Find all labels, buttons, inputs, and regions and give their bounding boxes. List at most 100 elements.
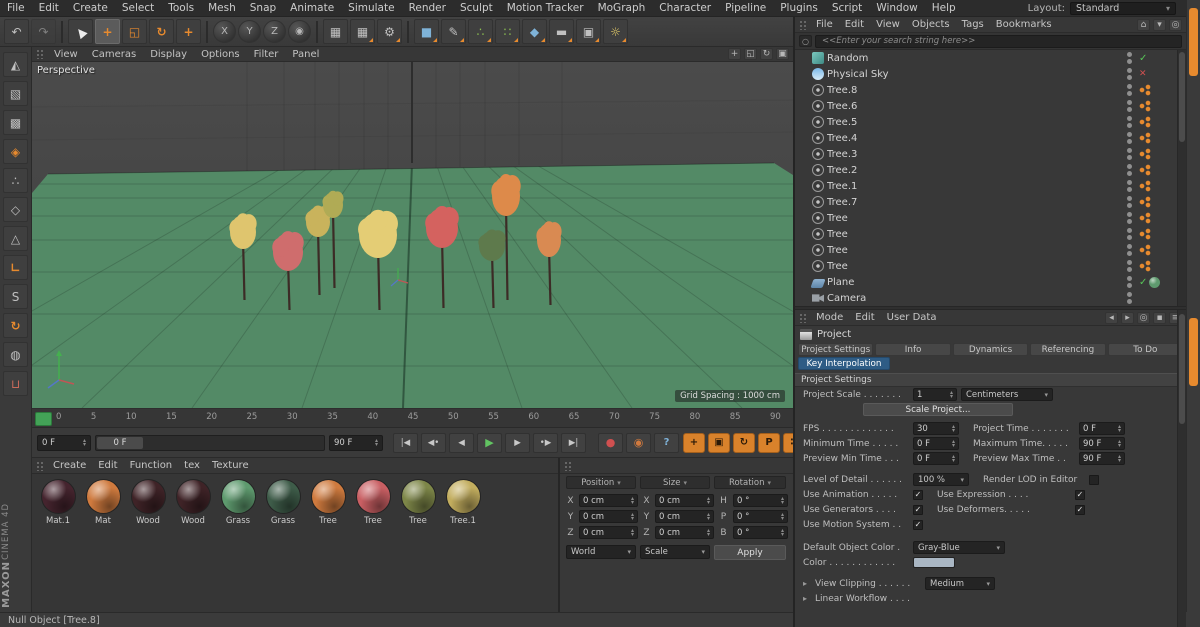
object-manager-menu-item[interactable]: View: [870, 19, 906, 30]
workplane-mode-icon[interactable]: ◈: [3, 139, 28, 164]
key-scale-toggle[interactable]: ▣: [708, 432, 730, 453]
object-row[interactable]: Tree.1: [795, 178, 1176, 194]
render-picture-viewer-icon[interactable]: ▦: [350, 19, 375, 44]
menubar-item[interactable]: Sculpt: [453, 2, 500, 14]
attribute-menu-item[interactable]: User Data: [881, 312, 943, 323]
object-name[interactable]: Tree.2: [827, 165, 1122, 176]
material-sphere[interactable]: [131, 480, 165, 513]
use-motion-system-checkbox[interactable]: [913, 519, 923, 530]
menubar-item[interactable]: Script: [825, 2, 869, 14]
default-object-color-dropdown[interactable]: Gray-Blue: [913, 541, 1005, 554]
menubar-item[interactable]: Help: [925, 2, 963, 14]
undo-icon[interactable]: ↶: [4, 19, 29, 44]
object-manager-menu-item[interactable]: Edit: [839, 19, 870, 30]
render-view-icon[interactable]: ▦: [323, 19, 348, 44]
menubar-item[interactable]: Simulate: [341, 2, 401, 14]
om-filter-icon[interactable]: ▾: [1153, 18, 1166, 31]
menubar-item[interactable]: Snap: [243, 2, 283, 14]
attribute-menu-item[interactable]: Mode: [810, 312, 849, 323]
coord-column-header[interactable]: Rotation: [714, 476, 786, 489]
object-tags[interactable]: [1136, 84, 1174, 96]
panel-grip-icon[interactable]: [564, 460, 572, 471]
panel-grip-icon[interactable]: [799, 312, 807, 323]
maximize-view-icon[interactable]: ▣: [776, 48, 789, 60]
viewport-menu-item[interactable]: Filter: [247, 49, 286, 60]
layout-dropdown[interactable]: Standard: [1070, 1, 1176, 15]
object-row[interactable]: Tree.2: [795, 162, 1176, 178]
visibility-dots[interactable]: [1125, 244, 1133, 256]
prev-key-button[interactable]: ◀•: [421, 432, 446, 453]
panel-grip-icon[interactable]: [799, 19, 807, 30]
viewport-menu-item[interactable]: Cameras: [85, 49, 143, 60]
texture-mode-icon[interactable]: ▩: [3, 110, 28, 135]
project-time-field[interactable]: 0 F: [1079, 422, 1125, 435]
visibility-dots[interactable]: [1125, 68, 1133, 80]
edges-mode-icon[interactable]: ◇: [3, 197, 28, 222]
material-sphere[interactable]: [446, 480, 480, 513]
object-row[interactable]: Physical Sky: [795, 66, 1176, 82]
use-animation-checkbox[interactable]: [913, 489, 923, 500]
project-scale-field[interactable]: 1: [913, 388, 957, 401]
search-input[interactable]: <<Enter your search string here>>: [815, 34, 1182, 48]
power-slider-handle[interactable]: 0 F: [97, 436, 143, 449]
view-clipping-dropdown[interactable]: Medium: [925, 577, 995, 590]
object-name[interactable]: Plane: [827, 277, 1122, 288]
goto-end-button[interactable]: ▶|: [561, 432, 586, 453]
object-row[interactable]: Tree.8: [795, 82, 1176, 98]
end-frame-field[interactable]: 90 F: [329, 434, 383, 451]
key-position-toggle[interactable]: +: [683, 432, 705, 453]
deformer-icon[interactable]: ◆: [522, 19, 547, 44]
menubar-item[interactable]: Window: [869, 2, 924, 14]
maximum-time-field[interactable]: 90 F: [1079, 437, 1125, 450]
object-row[interactable]: Random: [795, 50, 1176, 66]
material-item[interactable]: Mat.1: [38, 480, 78, 526]
scale-tool-icon[interactable]: ◱: [122, 19, 147, 44]
next-frame-button[interactable]: ▶: [505, 432, 530, 453]
points-mode-icon[interactable]: ∴: [3, 168, 28, 193]
view-label[interactable]: Perspective: [37, 65, 95, 76]
object-name[interactable]: Tree.7: [827, 197, 1122, 208]
object-name[interactable]: Tree.5: [827, 117, 1122, 128]
magnet-icon[interactable]: ⊔: [3, 371, 28, 396]
object-row[interactable]: Tree: [795, 258, 1176, 274]
attr-search-icon[interactable]: ◎: [1137, 311, 1150, 324]
object-row[interactable]: Tree: [795, 242, 1176, 258]
model-mode-icon[interactable]: ▧: [3, 81, 28, 106]
material-sphere[interactable]: [356, 480, 390, 513]
next-key-button[interactable]: •▶: [533, 432, 558, 453]
object-manager-menu-item[interactable]: Tags: [956, 19, 990, 30]
material-menu-item[interactable]: tex: [178, 460, 206, 471]
attr-back-icon[interactable]: ◂: [1105, 311, 1118, 324]
object-tags[interactable]: [1136, 69, 1174, 79]
object-manager-menu-item[interactable]: Objects: [906, 19, 956, 30]
light-icon[interactable]: ☼: [603, 19, 628, 44]
material-item[interactable]: Mat: [83, 480, 123, 526]
object-tags[interactable]: [1136, 180, 1174, 192]
environment-icon[interactable]: ▬: [549, 19, 574, 44]
toolbar-separator[interactable]: [206, 20, 208, 43]
material-menu-item[interactable]: Texture: [206, 460, 255, 471]
menubar-item[interactable]: File: [0, 2, 32, 14]
viewport-menu-item[interactable]: Panel: [285, 49, 326, 60]
move-tool-icon[interactable]: +: [95, 19, 120, 44]
coord-system-icon[interactable]: ◉: [288, 20, 311, 43]
render-settings-icon[interactable]: ⚙: [377, 19, 402, 44]
material-menu-item[interactable]: Edit: [92, 460, 123, 471]
lock-y-icon[interactable]: Y: [238, 20, 261, 43]
scale-project-button[interactable]: Scale Project...: [863, 403, 1013, 416]
snap-icon[interactable]: S: [3, 284, 28, 309]
lock-x-icon[interactable]: X: [213, 20, 236, 43]
object-row[interactable]: Plane: [795, 274, 1176, 290]
visibility-dots[interactable]: [1125, 228, 1133, 240]
preview-max-field[interactable]: 90 F: [1079, 452, 1125, 465]
visibility-dots[interactable]: [1125, 100, 1133, 112]
menubar-item[interactable]: MoGraph: [591, 2, 653, 14]
menubar-item[interactable]: Select: [115, 2, 161, 14]
mograph-icon[interactable]: ∴: [468, 19, 493, 44]
rotate-view-icon[interactable]: ↻: [760, 48, 773, 60]
viewport-3d[interactable]: Perspective Grid Spacing : 1000 cm: [32, 62, 793, 408]
attributes-tab[interactable]: Dynamics: [952, 343, 1029, 356]
visibility-dots[interactable]: [1125, 52, 1133, 64]
object-tags[interactable]: [1136, 196, 1174, 208]
panel-grip-icon[interactable]: [36, 49, 44, 59]
